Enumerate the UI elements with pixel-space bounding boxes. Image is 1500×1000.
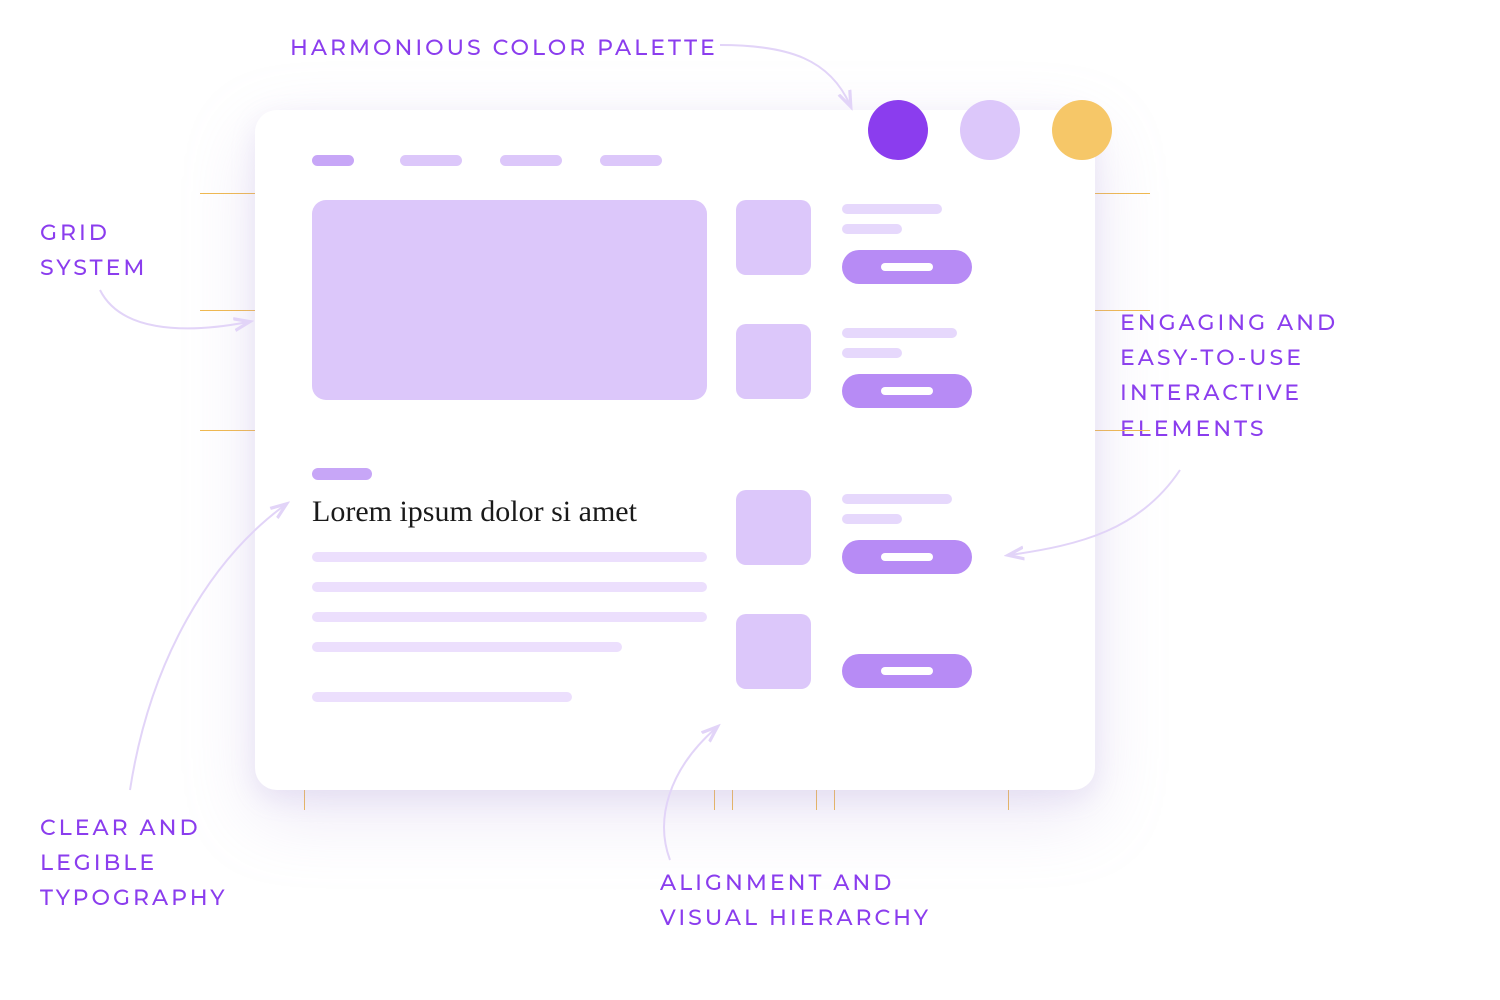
body-line: [312, 642, 622, 652]
thumb-card[interactable]: [736, 614, 811, 689]
label-alignment: ALIGNMENT AND VISUAL HIERARCHY: [660, 865, 931, 935]
list-line: [842, 348, 902, 358]
thumb-card[interactable]: [736, 324, 811, 399]
list-line: [842, 224, 902, 234]
body-tag: [312, 468, 372, 480]
body-line: [312, 692, 572, 702]
thumb-card[interactable]: [736, 200, 811, 275]
swatch-primary: [868, 100, 928, 160]
list-line: [842, 204, 942, 214]
list-item: [842, 204, 972, 284]
label-palette: HARMONIOUS COLOR PALETTE: [290, 30, 718, 65]
list-item: [842, 648, 972, 688]
label-grid: GRID SYSTEM: [40, 215, 147, 285]
cta-button-label: [881, 387, 933, 395]
list-item: [842, 494, 972, 574]
nav-logo[interactable]: [312, 155, 354, 166]
swatch-light: [960, 100, 1020, 160]
body-line: [312, 582, 707, 592]
cta-button-label: [881, 667, 933, 675]
cta-button[interactable]: [842, 374, 972, 408]
cta-button[interactable]: [842, 540, 972, 574]
list-line: [842, 328, 957, 338]
list-item: [842, 328, 972, 408]
label-typography: CLEAR AND LEGIBLE TYPOGRAPHY: [40, 810, 228, 916]
nav-item[interactable]: [600, 155, 662, 166]
body-line: [312, 552, 707, 562]
hero-block: [312, 200, 707, 400]
nav-item[interactable]: [500, 155, 562, 166]
list-line: [842, 514, 902, 524]
cta-button[interactable]: [842, 654, 972, 688]
cta-button-label: [881, 263, 933, 271]
nav-item[interactable]: [400, 155, 462, 166]
cta-button-label: [881, 553, 933, 561]
swatch-accent: [1052, 100, 1112, 160]
arrow-palette: [720, 45, 850, 105]
thumb-card[interactable]: [736, 490, 811, 565]
nav-row: [312, 155, 662, 166]
body-heading: Lorem ipsum dolor si amet: [312, 495, 637, 529]
body-line: [312, 612, 707, 622]
label-interactive: ENGAGING AND EASY-TO-USE INTERACTIVE ELE…: [1120, 305, 1338, 446]
list-line: [842, 494, 952, 504]
cta-button[interactable]: [842, 250, 972, 284]
